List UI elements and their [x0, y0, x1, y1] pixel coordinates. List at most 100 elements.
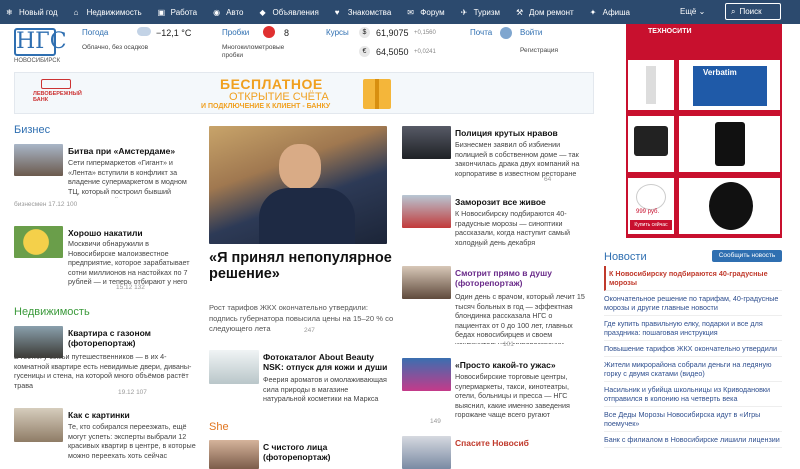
- thumb-she[interactable]: [209, 440, 259, 469]
- main-story-text: Рост тарифов ЖКХ окончательно утвердили:…: [209, 303, 394, 333]
- snowflake-icon: ❄: [6, 7, 13, 17]
- mid-title-2[interactable]: Заморозит все живое: [455, 197, 587, 207]
- ad-product-6: [679, 178, 780, 234]
- section-news-heading[interactable]: Новости: [604, 251, 647, 263]
- she-title[interactable]: С чистого лица (фоторепортаж): [263, 442, 391, 462]
- mid-title-1[interactable]: Полиция крутых нравов: [455, 128, 587, 138]
- thumb-business-1[interactable]: [14, 144, 63, 176]
- thumb-realty-2[interactable]: [14, 408, 63, 442]
- search-button[interactable]: ⌕ Поиск: [725, 3, 781, 20]
- mid-meta-2: 176: [470, 242, 481, 249]
- nav-item-label: Недвижимость: [86, 7, 142, 17]
- thumb-mid-5[interactable]: [402, 436, 451, 469]
- mail-label: Почта: [470, 28, 493, 37]
- nav-item-7[interactable]: ✈ Туризм: [461, 8, 500, 17]
- news-item[interactable]: К Новосибирску подбираются 40-градусные …: [604, 266, 782, 291]
- nav-item-label: Дом ремонт: [529, 7, 574, 17]
- thumb-business-2[interactable]: [14, 226, 63, 258]
- nav-item-9[interactable]: ✦ Афиша: [590, 8, 630, 17]
- banner-line1: БЕСПЛАТНОЕ: [220, 76, 323, 92]
- speaker-suit: [259, 188, 355, 244]
- register-link[interactable]: Регистрация: [520, 47, 558, 54]
- traffic-widget[interactable]: Пробки 8 Многокилометровые пробки: [222, 26, 317, 60]
- ngs-logo[interactable]: НГС НОВОСИБИРСК: [14, 28, 67, 64]
- more-menu[interactable]: Ещё ⌄: [680, 7, 705, 16]
- eur-delta: +0,0241: [414, 49, 436, 55]
- nav-item-3[interactable]: ◉ Авто: [213, 8, 243, 17]
- usd-rate: 61,9075: [376, 28, 409, 38]
- mid-text-1: Бизнесмен заявил об избиении полицией в …: [455, 140, 580, 178]
- realty-title-2[interactable]: Как с картинки: [68, 410, 198, 420]
- mid-meta-3: 101: [503, 341, 514, 348]
- search-label: Поиск: [739, 7, 762, 16]
- traffic-light-icon: [263, 26, 275, 38]
- thumb-mid-1[interactable]: [402, 126, 451, 159]
- speaker-figure: [279, 144, 321, 190]
- mid-title-3[interactable]: Смотрит прямо в душу (фоторепортаж): [455, 268, 587, 288]
- thumb-beauty[interactable]: [209, 350, 259, 384]
- nav-item-2[interactable]: ▣ Работа: [158, 8, 197, 17]
- logo-text: НГС: [14, 28, 67, 56]
- business-text-2: Москвичи обнаружили в Новосибирске малои…: [68, 239, 190, 287]
- main-story-meta: 247: [304, 327, 315, 334]
- business-meta-1: бизнесмен 17.12 100: [14, 201, 78, 208]
- mid-title-4[interactable]: «Просто какой-то ужас»: [455, 360, 587, 370]
- news-item[interactable]: Банк с филиалом в Новосибирске лишили ли…: [604, 432, 782, 448]
- news-item[interactable]: Окончательное решение по тарифам, 40-гра…: [604, 291, 782, 316]
- nav-item-0[interactable]: ❄ Новый год: [6, 8, 58, 17]
- hammer-icon: ⚒: [516, 7, 524, 17]
- nav-item-6[interactable]: ✉ Форум: [407, 8, 444, 17]
- technosity-ad[interactable]: ТЕХНОСИТИ Verbatim 999 руб. Купить сейча…: [626, 24, 782, 238]
- business-title-1[interactable]: Битва при «Амстердаме»: [68, 146, 198, 156]
- mid-meta-1: 64: [544, 176, 552, 183]
- bank-banner[interactable]: ЛЕВОБЕРЕЖНЫЙ БАНК БЕСПЛАТНОЕ ОТКРЫТИЕ СЧ…: [14, 72, 594, 114]
- ad-product-2: Verbatim: [679, 60, 780, 110]
- business-title-2[interactable]: Хорошо накатили: [68, 228, 198, 238]
- nav-item-1[interactable]: ⌂ Недвижимость: [74, 8, 142, 17]
- realty-title-1[interactable]: Квартира с газоном (фоторепортаж): [68, 328, 198, 348]
- rates-widget[interactable]: Курсы $ 61,9075 +0,1560 € 64,5050 +0,024…: [326, 27, 456, 57]
- nav-item-label: Авто: [226, 7, 244, 17]
- news-item[interactable]: Жители микрорайона собрали деньги на лед…: [604, 357, 782, 382]
- rates-label: Курсы: [326, 28, 349, 37]
- section-realty-heading[interactable]: Недвижимость: [14, 306, 90, 318]
- realty-text-1: В гостях у семьи путешественников — в их…: [14, 352, 192, 390]
- nav-item-5[interactable]: ♥ Знакомства: [335, 8, 392, 17]
- ad-brand: ТЕХНОСИТИ: [648, 28, 692, 35]
- nav-item-4[interactable]: ◆ Объявления: [260, 8, 319, 17]
- thumb-mid-4[interactable]: [402, 358, 451, 391]
- report-news-button[interactable]: Сообщить новость: [712, 250, 782, 262]
- news-item[interactable]: Все Деды Морозы Новосибирска идут в «Игр…: [604, 407, 782, 432]
- ad-buy-button[interactable]: Купить сейчас: [630, 220, 672, 230]
- thumb-mid-2[interactable]: [402, 195, 451, 228]
- main-story-title[interactable]: «Я принял непопулярное решение»: [209, 250, 394, 282]
- user-icon: [500, 27, 512, 39]
- weather-temp: −12,1 °С: [156, 28, 192, 38]
- login-link[interactable]: Войти: [520, 28, 542, 37]
- section-she-heading[interactable]: She: [209, 421, 229, 433]
- mid-text-3: Один день с врачом, который лечит 15 тыс…: [455, 292, 585, 344]
- news-item[interactable]: Повышение тарифов ЖКХ окончательно утвер…: [604, 341, 782, 357]
- top-nav: ❄ Новый год ⌂ Недвижимость ▣ Работа ◉ Авто ◆ Объя…: [0, 0, 800, 24]
- banner-line3: И ПОДКЛЮЧЕНИЕ К КЛИЕНТ - БАНКУ: [201, 103, 331, 110]
- thumb-mid-3[interactable]: [402, 266, 451, 299]
- news-item[interactable]: Где купить правильную елку, подарки и вс…: [604, 316, 782, 341]
- ad-product-4: [679, 116, 780, 172]
- bank-emblem: [41, 79, 71, 89]
- mid-title-5[interactable]: Спасите Новосиб: [455, 438, 587, 448]
- usd-delta: +0,1560: [414, 30, 436, 36]
- nav-item-8[interactable]: ⚒ Дом ремонт: [516, 8, 574, 17]
- main-story-photo[interactable]: [209, 126, 387, 244]
- realty-text-2: Те, кто собирался переезжать, ещё могут …: [68, 422, 196, 460]
- car-icon: ◉: [213, 7, 221, 17]
- usd-icon: $: [359, 27, 370, 38]
- news-item[interactable]: Насильник и убийца школьницы из Криводан…: [604, 382, 782, 407]
- weather-widget[interactable]: Погода −12,1 °С Облачно, без осадков: [82, 27, 202, 51]
- plane-icon: ✈: [460, 7, 468, 17]
- beauty-title[interactable]: Фотокаталог About Beauty NSK: отпуск для…: [263, 352, 391, 372]
- weather-label: Погода: [82, 28, 109, 37]
- section-business-heading[interactable]: Бизнес: [14, 124, 50, 136]
- weather-desc: Облачно, без осадков: [82, 44, 149, 51]
- search-icon: ⌕: [731, 6, 736, 16]
- mail-widget[interactable]: Почта Войти Регистрация: [470, 27, 570, 54]
